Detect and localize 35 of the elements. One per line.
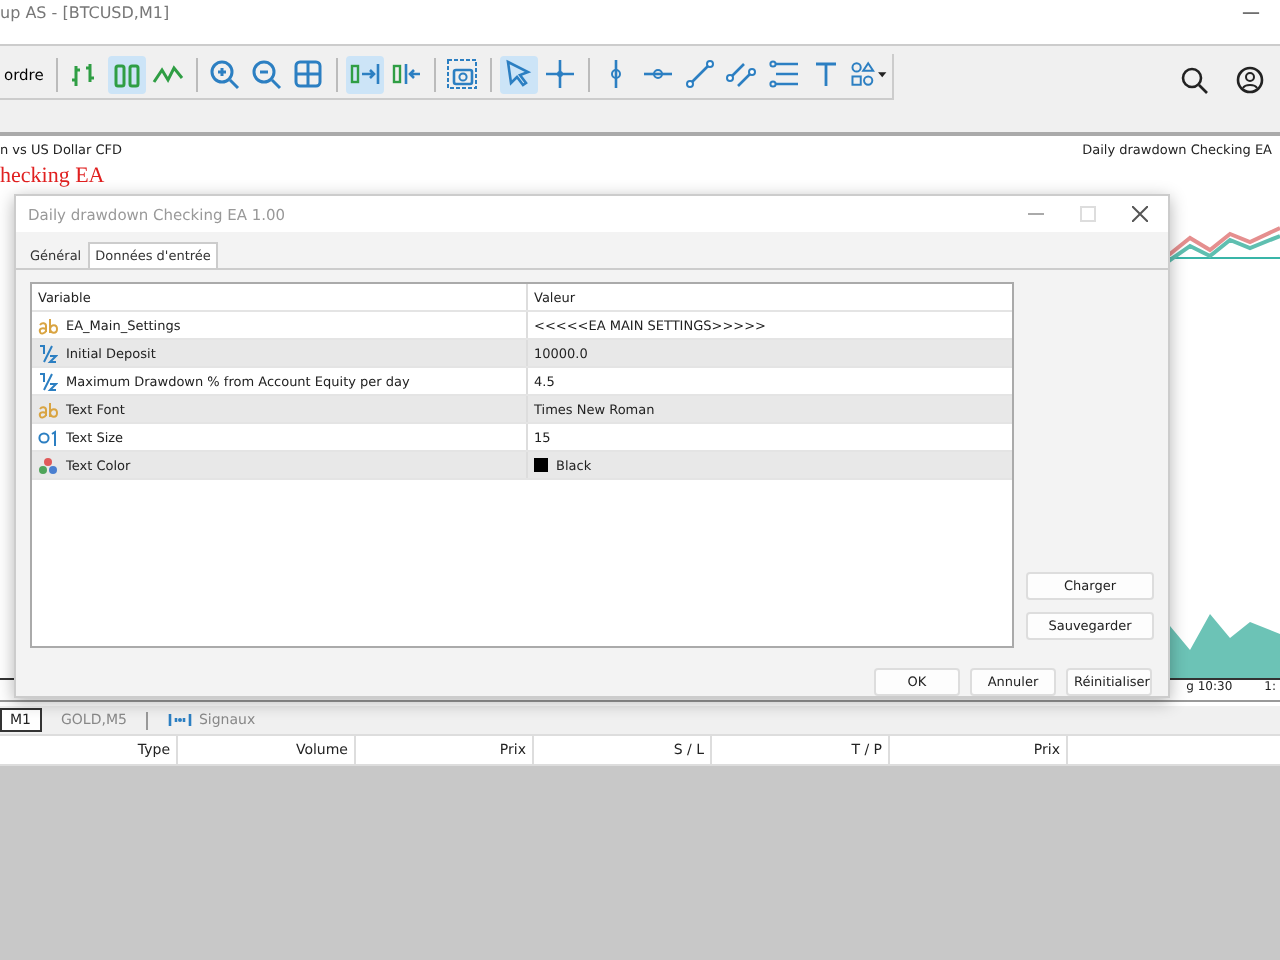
screenshot-icon (446, 58, 479, 90)
fibonacci-icon (768, 58, 801, 90)
text-type-icon (38, 399, 58, 419)
toolbar-button[interactable] (247, 55, 286, 93)
signal-icon (168, 712, 193, 728)
autoscroll-icon (348, 58, 381, 90)
close-icon[interactable] (1132, 206, 1148, 222)
crosshair-icon (544, 58, 577, 90)
minimize-button[interactable]: — (1242, 4, 1260, 24)
shapes-icon (849, 58, 888, 90)
toolbar-button[interactable] (541, 55, 580, 93)
grid-icon (292, 58, 325, 90)
fraction-type-icon (38, 343, 58, 363)
toolbar-button[interactable] (765, 55, 804, 93)
toolbar-button[interactable] (681, 55, 720, 93)
toolbar-button[interactable] (499, 55, 538, 93)
toolbar-button[interactable] (107, 55, 146, 93)
account-icon[interactable] (1236, 66, 1264, 94)
integer-type-icon (38, 427, 58, 447)
chart-shift-icon (390, 58, 423, 90)
toolbar-button[interactable] (345, 55, 384, 93)
zoom-in-icon (208, 58, 241, 90)
cursor-icon (502, 58, 535, 90)
toolbar-button[interactable] (205, 55, 244, 93)
chart-overlay-text: hecking EA (0, 166, 105, 188)
trendline-icon (684, 58, 717, 90)
window-title: up AS - [BTCUSD,M1] (0, 4, 170, 22)
channel-icon (726, 58, 759, 90)
toolbar-button[interactable] (289, 55, 328, 93)
palette-icon (38, 455, 58, 475)
toolbar-button[interactable] (443, 55, 482, 93)
search-icon[interactable] (1180, 66, 1208, 94)
text-type-icon (38, 315, 58, 335)
zoom-out-icon (250, 58, 283, 90)
fraction-type-icon (38, 371, 58, 391)
